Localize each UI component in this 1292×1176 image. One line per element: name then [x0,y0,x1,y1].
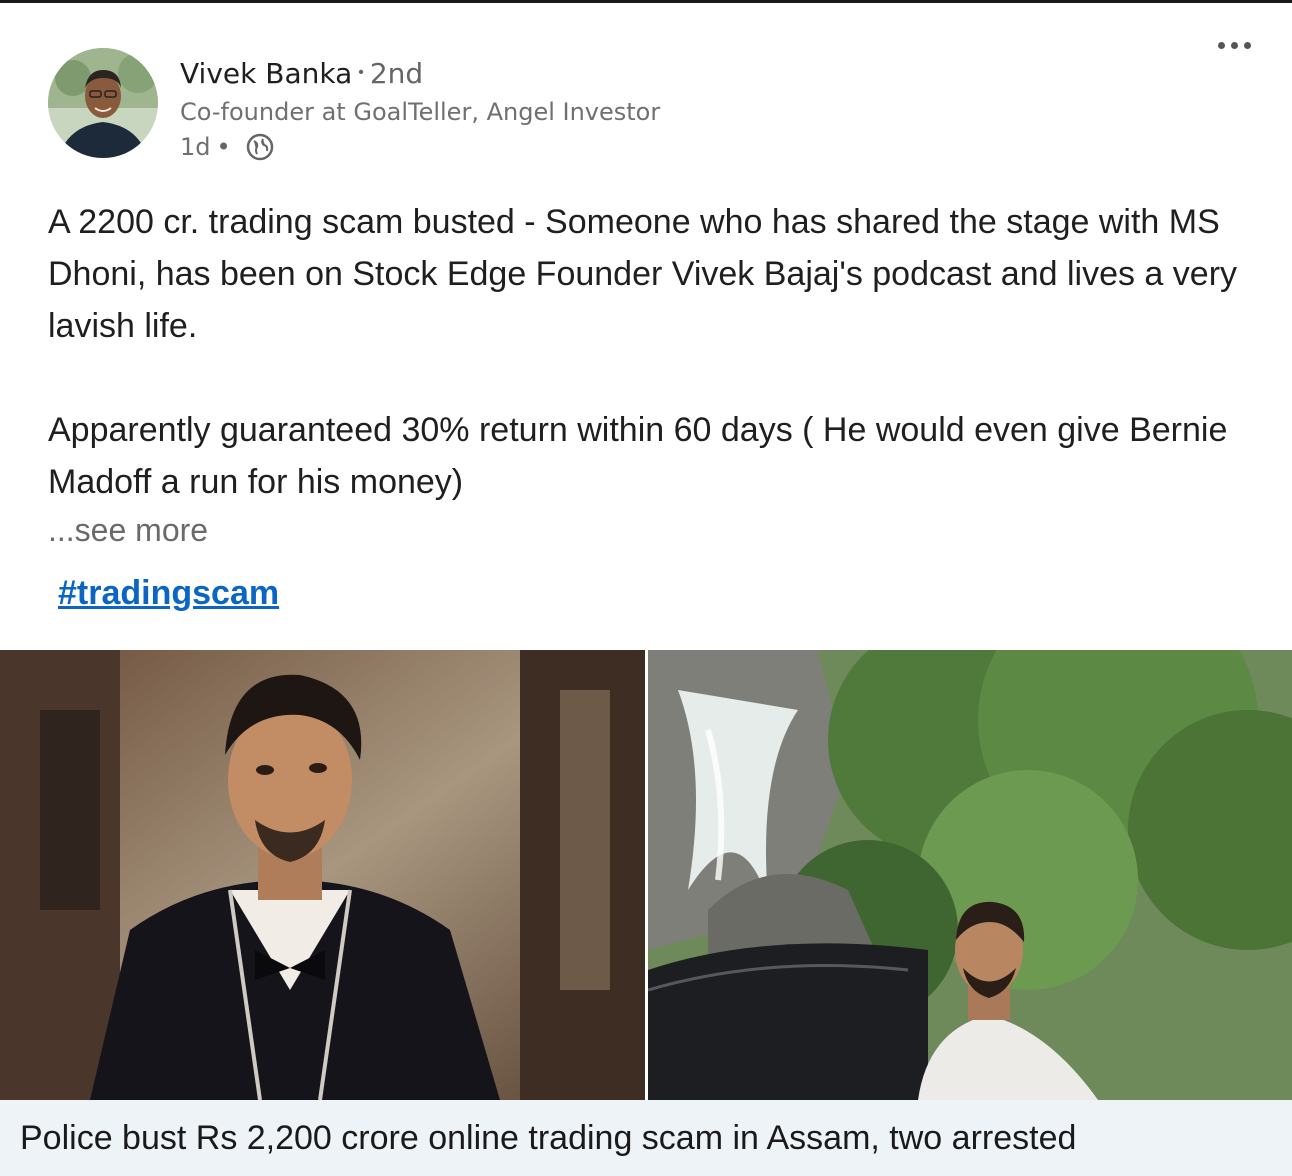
post-meta: 1d • [180,132,275,162]
hashtag-link[interactable]: #tradingscam [58,574,279,613]
photo-man-near-waterfall [648,650,1292,1100]
post-time: 1d [180,133,211,161]
see-more-link[interactable]: ...see more [48,512,208,549]
globe-icon [245,132,275,162]
post-body: A 2200 cr. trading scam busted - Someone… [48,196,1248,508]
top-divider [0,0,1292,3]
post-paragraph: A 2200 cr. trading scam busted - Someone… [48,203,1238,345]
author-headline: Co-founder at GoalTeller, Angel Investor [180,98,661,126]
post-header: Vivek Banka • 2nd Co-founder at GoalTell… [48,48,1248,168]
separator-dot: • [216,133,231,161]
link-preview-image[interactable] [0,650,1292,1100]
connection-degree: 2nd [369,56,424,90]
author-avatar[interactable] [48,48,158,158]
separator-dot: • [358,64,364,81]
author-name[interactable]: Vivek Banka [180,57,352,90]
photo-man-in-tuxedo [0,650,645,1100]
link-preview-title: Police bust Rs 2,200 crore online tradin… [20,1118,1077,1157]
post-paragraph: Apparently guaranteed 30% return within … [48,411,1228,501]
author-line: Vivek Banka • 2nd [180,48,423,98]
link-preview-caption[interactable]: Police bust Rs 2,200 crore online tradin… [0,1100,1292,1176]
